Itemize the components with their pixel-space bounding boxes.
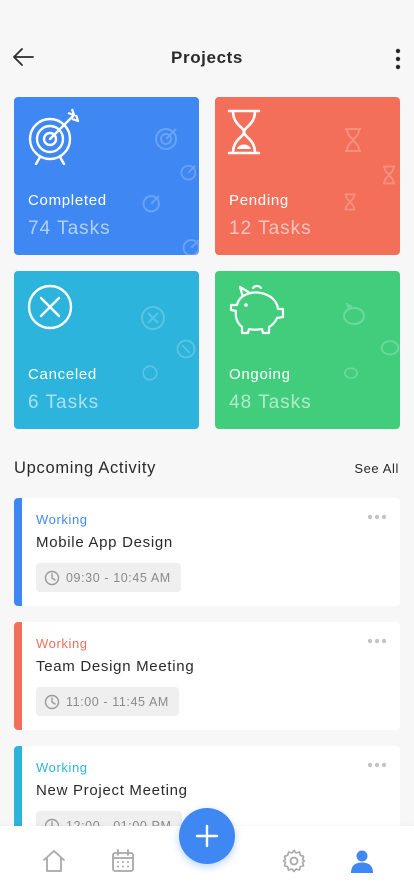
activity-time: 11:00 - 11:45 AM <box>36 687 179 716</box>
piggy-bank-icon <box>229 284 285 335</box>
more-options-button[interactable] <box>386 44 410 74</box>
stat-card-ongoing[interactable]: Ongoing 48 Tasks <box>215 271 400 429</box>
page-title: Projects <box>171 48 243 67</box>
nav-profile[interactable] <box>347 846 377 876</box>
nav-home[interactable] <box>39 846 69 876</box>
cancel-circle-icon <box>27 284 73 330</box>
activity-more-button[interactable] <box>366 634 388 648</box>
activity-time: 09:30 - 10:45 AM <box>36 563 181 592</box>
stat-count: 48 Tasks <box>229 392 312 413</box>
decorative-cancel-icon <box>141 306 165 330</box>
settings-icon <box>282 849 306 873</box>
stat-count: 74 Tasks <box>28 218 111 239</box>
activity-accent-bar <box>14 622 22 730</box>
activity-accent-bar <box>14 498 22 606</box>
activity-title: New Project Meeting <box>36 782 188 799</box>
decorative-target-icon <box>182 239 199 255</box>
stat-card-pending[interactable]: Pending 12 Tasks <box>215 97 400 255</box>
decorative-cancel-icon <box>142 365 158 381</box>
see-all-link[interactable]: See All <box>354 461 399 476</box>
decorative-target-icon <box>155 128 177 150</box>
profile-icon <box>351 850 373 873</box>
stat-count: 6 Tasks <box>28 392 100 413</box>
decorative-piggy-bank-icon <box>344 367 358 379</box>
more-horizontal-icon <box>367 638 387 644</box>
clock-icon <box>44 694 60 709</box>
header: Projects <box>0 0 414 96</box>
activity-title: Mobile App Design <box>36 534 173 551</box>
more-horizontal-icon <box>367 762 387 768</box>
hourglass-icon <box>227 109 261 155</box>
activity-more-button[interactable] <box>366 758 388 772</box>
decorative-piggy-bank-icon <box>343 303 365 325</box>
stat-label: Ongoing <box>229 366 291 383</box>
section-title: Upcoming Activity <box>14 459 157 477</box>
stat-label: Pending <box>229 192 289 209</box>
activity-time-text: 09:30 - 10:45 AM <box>66 570 171 585</box>
decorative-target-icon <box>142 195 160 213</box>
more-horizontal-icon <box>367 514 387 520</box>
stat-card-canceled[interactable]: Canceled 6 Tasks <box>14 271 199 429</box>
activity-status: Working <box>36 760 88 775</box>
stat-count: 12 Tasks <box>229 218 312 239</box>
app-screen: Projects Completed 74 Tasks Pending 12 T… <box>0 0 414 896</box>
activity-status: Working <box>36 512 88 527</box>
decorative-piggy-bank-icon <box>380 340 400 356</box>
stat-label: Canceled <box>28 366 97 383</box>
activity-time-text: 11:00 - 11:45 AM <box>66 694 169 709</box>
target-arrow-icon <box>28 108 80 165</box>
add-icon <box>195 824 219 848</box>
clock-icon <box>44 570 60 585</box>
calendar-icon <box>112 849 134 872</box>
decorative-hourglass-icon <box>344 193 356 211</box>
activity-card[interactable]: Working Mobile App Design 09:30 - 10:45 … <box>14 498 400 606</box>
decorative-hourglass-icon <box>382 165 396 185</box>
activity-title: Team Design Meeting <box>36 658 195 675</box>
nav-settings[interactable] <box>279 846 309 876</box>
activity-card[interactable]: Working Team Design Meeting 11:00 - 11:4… <box>14 622 400 730</box>
more-vertical-icon <box>395 48 401 70</box>
activity-more-button[interactable] <box>366 510 388 524</box>
add-task-button[interactable] <box>179 808 235 864</box>
nav-calendar[interactable] <box>108 846 138 876</box>
decorative-hourglass-icon <box>345 128 361 152</box>
home-icon <box>43 850 65 872</box>
stat-card-completed[interactable]: Completed 74 Tasks <box>14 97 199 255</box>
stat-label: Completed <box>28 192 107 209</box>
decorative-cancel-icon <box>176 339 196 359</box>
decorative-target-icon <box>180 164 197 181</box>
activity-status: Working <box>36 636 88 651</box>
